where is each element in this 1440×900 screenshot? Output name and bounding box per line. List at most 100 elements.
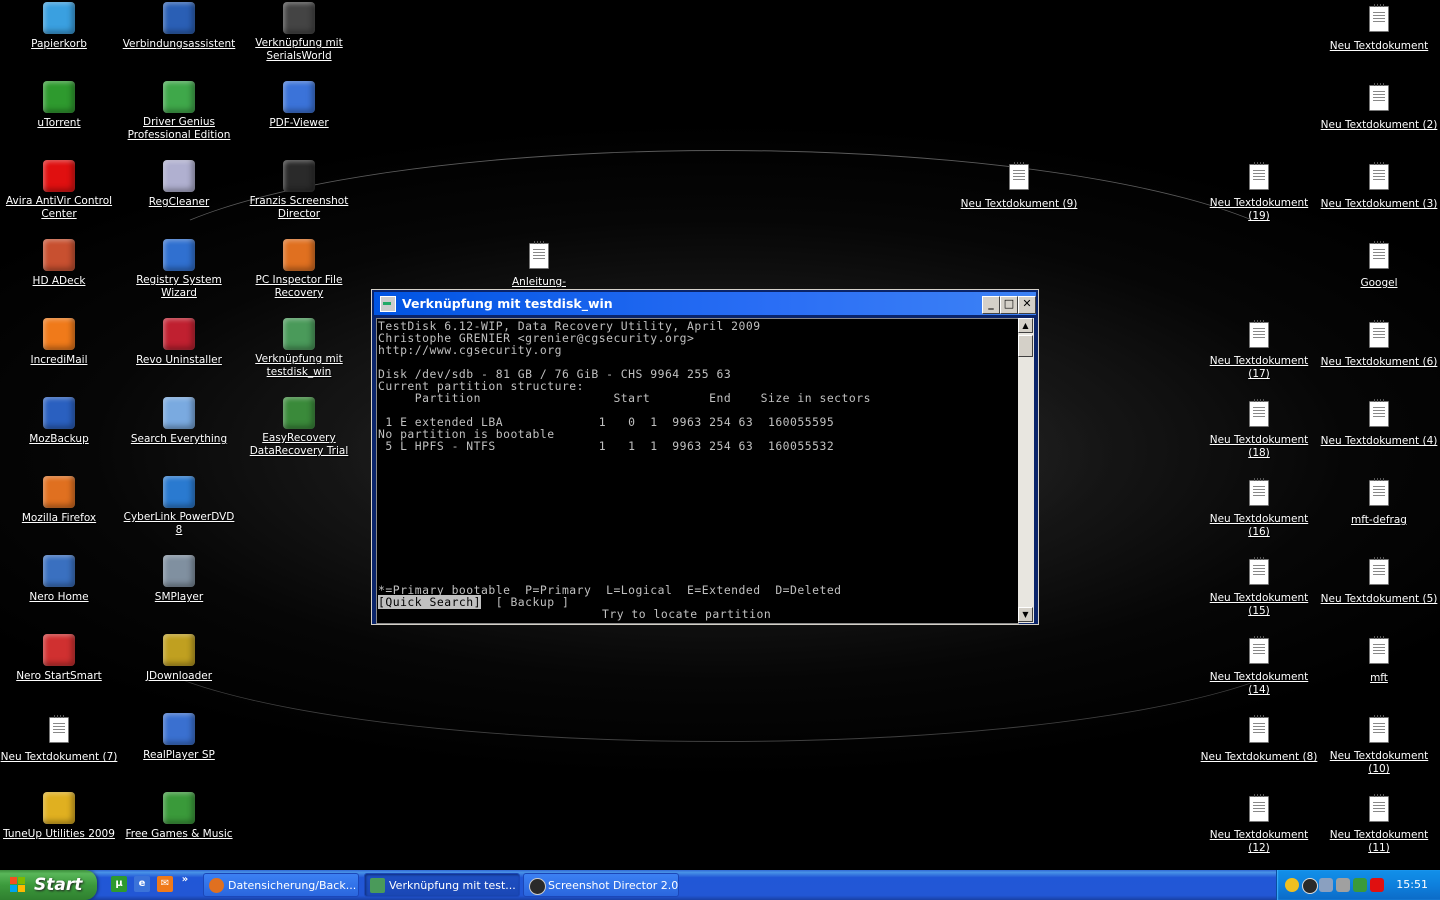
clock[interactable]: 15:51 xyxy=(1396,870,1428,900)
text-document-icon xyxy=(49,715,69,743)
desktop-icon[interactable]: Verbindungsassistent xyxy=(120,2,238,51)
jdownloader-icon xyxy=(163,634,195,666)
scroll-down-arrow-icon[interactable]: ▼ xyxy=(1018,607,1033,622)
desktop-icon-label: Revo Uninstaller xyxy=(136,354,222,366)
desktop-icon[interactable]: EasyRecovery DataRecovery Trial xyxy=(240,397,358,458)
testdisk-window[interactable]: Verknüpfung mit testdisk_win _ □ ✕ TestD… xyxy=(371,289,1039,625)
scroll-up-arrow-icon[interactable]: ▲ xyxy=(1018,318,1033,333)
desktop-icon[interactable]: Neu Textdokument (10) xyxy=(1320,713,1438,776)
desktop-icon[interactable]: MozBackup xyxy=(0,397,118,446)
desktop-icon-label: MozBackup xyxy=(29,433,89,445)
desktop-icon[interactable]: Mozilla Firefox xyxy=(0,476,118,525)
desktop-icon[interactable]: Neu Textdokument xyxy=(1320,2,1438,53)
tuneup-icon xyxy=(43,792,75,824)
desktop-icon[interactable]: JDownloader xyxy=(120,634,238,683)
desktop-icon[interactable]: RealPlayer SP xyxy=(120,713,238,762)
taskbar-item-testdisk[interactable]: Verknüpfung mit test... xyxy=(364,873,520,897)
desktop-icon-label: RealPlayer SP xyxy=(143,749,215,761)
start-button[interactable]: Start xyxy=(0,870,97,900)
desktop-icon-label: PC Inspector File Recovery xyxy=(255,274,343,299)
text-document-icon xyxy=(1369,478,1389,506)
avira-tray-icon[interactable] xyxy=(1370,878,1384,892)
desktop-icon[interactable]: Neu Textdokument (11) xyxy=(1320,792,1438,855)
desktop-icon[interactable]: Googel xyxy=(1320,239,1438,290)
smplayer-tray-icon[interactable] xyxy=(1336,878,1350,892)
desktop-icon[interactable]: Driver Genius Professional Edition xyxy=(120,81,238,142)
backup-option[interactable]: [ Backup ] xyxy=(496,595,570,609)
desktop-icon[interactable]: Nero Home xyxy=(0,555,118,604)
taskbar-item-screenshot-director[interactable]: Screenshot Director 2.0 xyxy=(523,873,679,897)
realplayer-icon xyxy=(163,713,195,745)
desktop-icon[interactable]: Verknüpfung mit SerialsWorld xyxy=(240,2,358,63)
desktop-icon[interactable]: mft xyxy=(1320,634,1438,685)
desktop-icon-label: uTorrent xyxy=(37,117,81,129)
desktop-icon[interactable]: Search Everything xyxy=(120,397,238,446)
text-document-icon xyxy=(1249,557,1269,585)
jdownloader-tray-icon[interactable] xyxy=(1353,878,1367,892)
screenshot-director-tray-icon[interactable] xyxy=(1302,878,1318,894)
desktop-icon[interactable]: Registry System Wizard xyxy=(120,239,238,300)
maximize-button[interactable]: □ xyxy=(1000,296,1018,314)
desktop-icon[interactable]: Neu Textdokument (17) xyxy=(1200,318,1318,381)
desktop-icon[interactable]: Papierkorb xyxy=(0,2,118,51)
start-label: Start xyxy=(34,875,83,895)
desktop-icon[interactable]: Neu Textdokument (4) xyxy=(1320,397,1438,448)
desktop-icon[interactable]: Neu Textdokument (14) xyxy=(1200,634,1318,697)
driver-genius-icon xyxy=(163,81,195,113)
internet-explorer-quicklaunch-icon[interactable]: e xyxy=(134,876,150,892)
scrollbar-thumb[interactable] xyxy=(1018,335,1033,357)
firefox-icon xyxy=(209,878,224,893)
desktop-icon-label: JDownloader xyxy=(145,670,213,682)
desktop-icon[interactable]: Neu Textdokument (8) xyxy=(1200,713,1318,764)
desktop-icon[interactable]: Neu Textdokument (19) xyxy=(1200,160,1318,223)
desktop-icon[interactable]: Neu Textdokument (2) xyxy=(1320,81,1438,132)
console-line: http://www.cgsecurity.org xyxy=(378,343,562,357)
desktop-icon[interactable]: uTorrent xyxy=(0,81,118,130)
desktop-icon[interactable]: Neu Textdokument (12) xyxy=(1200,792,1318,855)
desktop-icon[interactable]: Franzis Screenshot Director xyxy=(240,160,358,221)
taskbar-item-label: Screenshot Director 2.0 xyxy=(548,879,679,892)
desktop-icon[interactable]: Neu Textdokument (16) xyxy=(1200,476,1318,539)
console-window-icon[interactable] xyxy=(380,295,396,312)
desktop-icon[interactable]: Neu Textdokument (15) xyxy=(1200,555,1318,618)
desktop-icon[interactable]: Verknüpfung mit testdisk_win xyxy=(240,318,358,379)
window-titlebar[interactable]: Verknüpfung mit testdisk_win _ □ ✕ xyxy=(374,292,1036,315)
quick-search-option[interactable]: [Quick Search] xyxy=(378,595,482,609)
network-tray-icon[interactable] xyxy=(1319,878,1333,892)
desktop-icon[interactable]: Neu Textdokument (7) xyxy=(0,713,118,764)
smiley-tray-icon[interactable] xyxy=(1285,878,1299,892)
console-output[interactable]: TestDisk 6.12-WIP, Data Recovery Utility… xyxy=(376,318,1019,624)
quicklaunch-more-chevron-icon[interactable]: » xyxy=(180,872,190,888)
desktop-icon[interactable]: TuneUp Utilities 2009 xyxy=(0,792,118,841)
desktop-icon[interactable]: Avira AntiVir Control Center xyxy=(0,160,118,221)
desktop-icon[interactable]: PC Inspector File Recovery xyxy=(240,239,358,300)
desktop-icon[interactable]: Neu Textdokument (5) xyxy=(1320,555,1438,606)
desktop-icon[interactable]: SMPlayer xyxy=(120,555,238,604)
desktop-icon[interactable]: Neu Textdokument (18) xyxy=(1200,397,1318,460)
pc-inspector-icon xyxy=(283,239,315,271)
desktop-icon[interactable]: CyberLink PowerDVD 8 xyxy=(120,476,238,537)
window-title: Verknüpfung mit testdisk_win xyxy=(402,296,613,311)
desktop-icon[interactable]: Neu Textdokument (6) xyxy=(1320,318,1438,369)
desktop-icon-label: Neu Textdokument (3) xyxy=(1320,198,1438,210)
desktop-icon[interactable]: Neu Textdokument (9) xyxy=(960,160,1078,211)
desktop-icon[interactable]: mft-defrag xyxy=(1320,476,1438,527)
search-everything-icon xyxy=(163,397,195,429)
desktop-icon[interactable]: Neu Textdokument (3) xyxy=(1320,160,1438,211)
minimize-button[interactable]: _ xyxy=(982,296,1000,314)
powerdvd-icon xyxy=(163,476,195,508)
text-document-icon xyxy=(1369,83,1389,111)
taskbar-item-firefox[interactable]: Datensicherung/Back... xyxy=(203,873,359,897)
desktop-icon[interactable]: Free Games & Music xyxy=(120,792,238,841)
incredimail-quicklaunch-icon[interactable]: ✉ xyxy=(157,876,173,892)
desktop-icon[interactable]: Revo Uninstaller xyxy=(120,318,238,367)
utorrent-quicklaunch-icon[interactable]: µ xyxy=(111,876,127,892)
desktop-icon[interactable]: Nero StartSmart xyxy=(0,634,118,683)
desktop-icon[interactable]: RegCleaner xyxy=(120,160,238,209)
taskbar-item-label: Datensicherung/Back... xyxy=(228,879,357,892)
desktop-icon[interactable]: IncrediMail xyxy=(0,318,118,367)
desktop-icon[interactable]: HD ADeck xyxy=(0,239,118,288)
close-button[interactable]: ✕ xyxy=(1018,296,1036,314)
vertical-scrollbar[interactable]: ▲ ▼ xyxy=(1018,318,1034,623)
desktop-icon[interactable]: PDF-Viewer xyxy=(240,81,358,130)
